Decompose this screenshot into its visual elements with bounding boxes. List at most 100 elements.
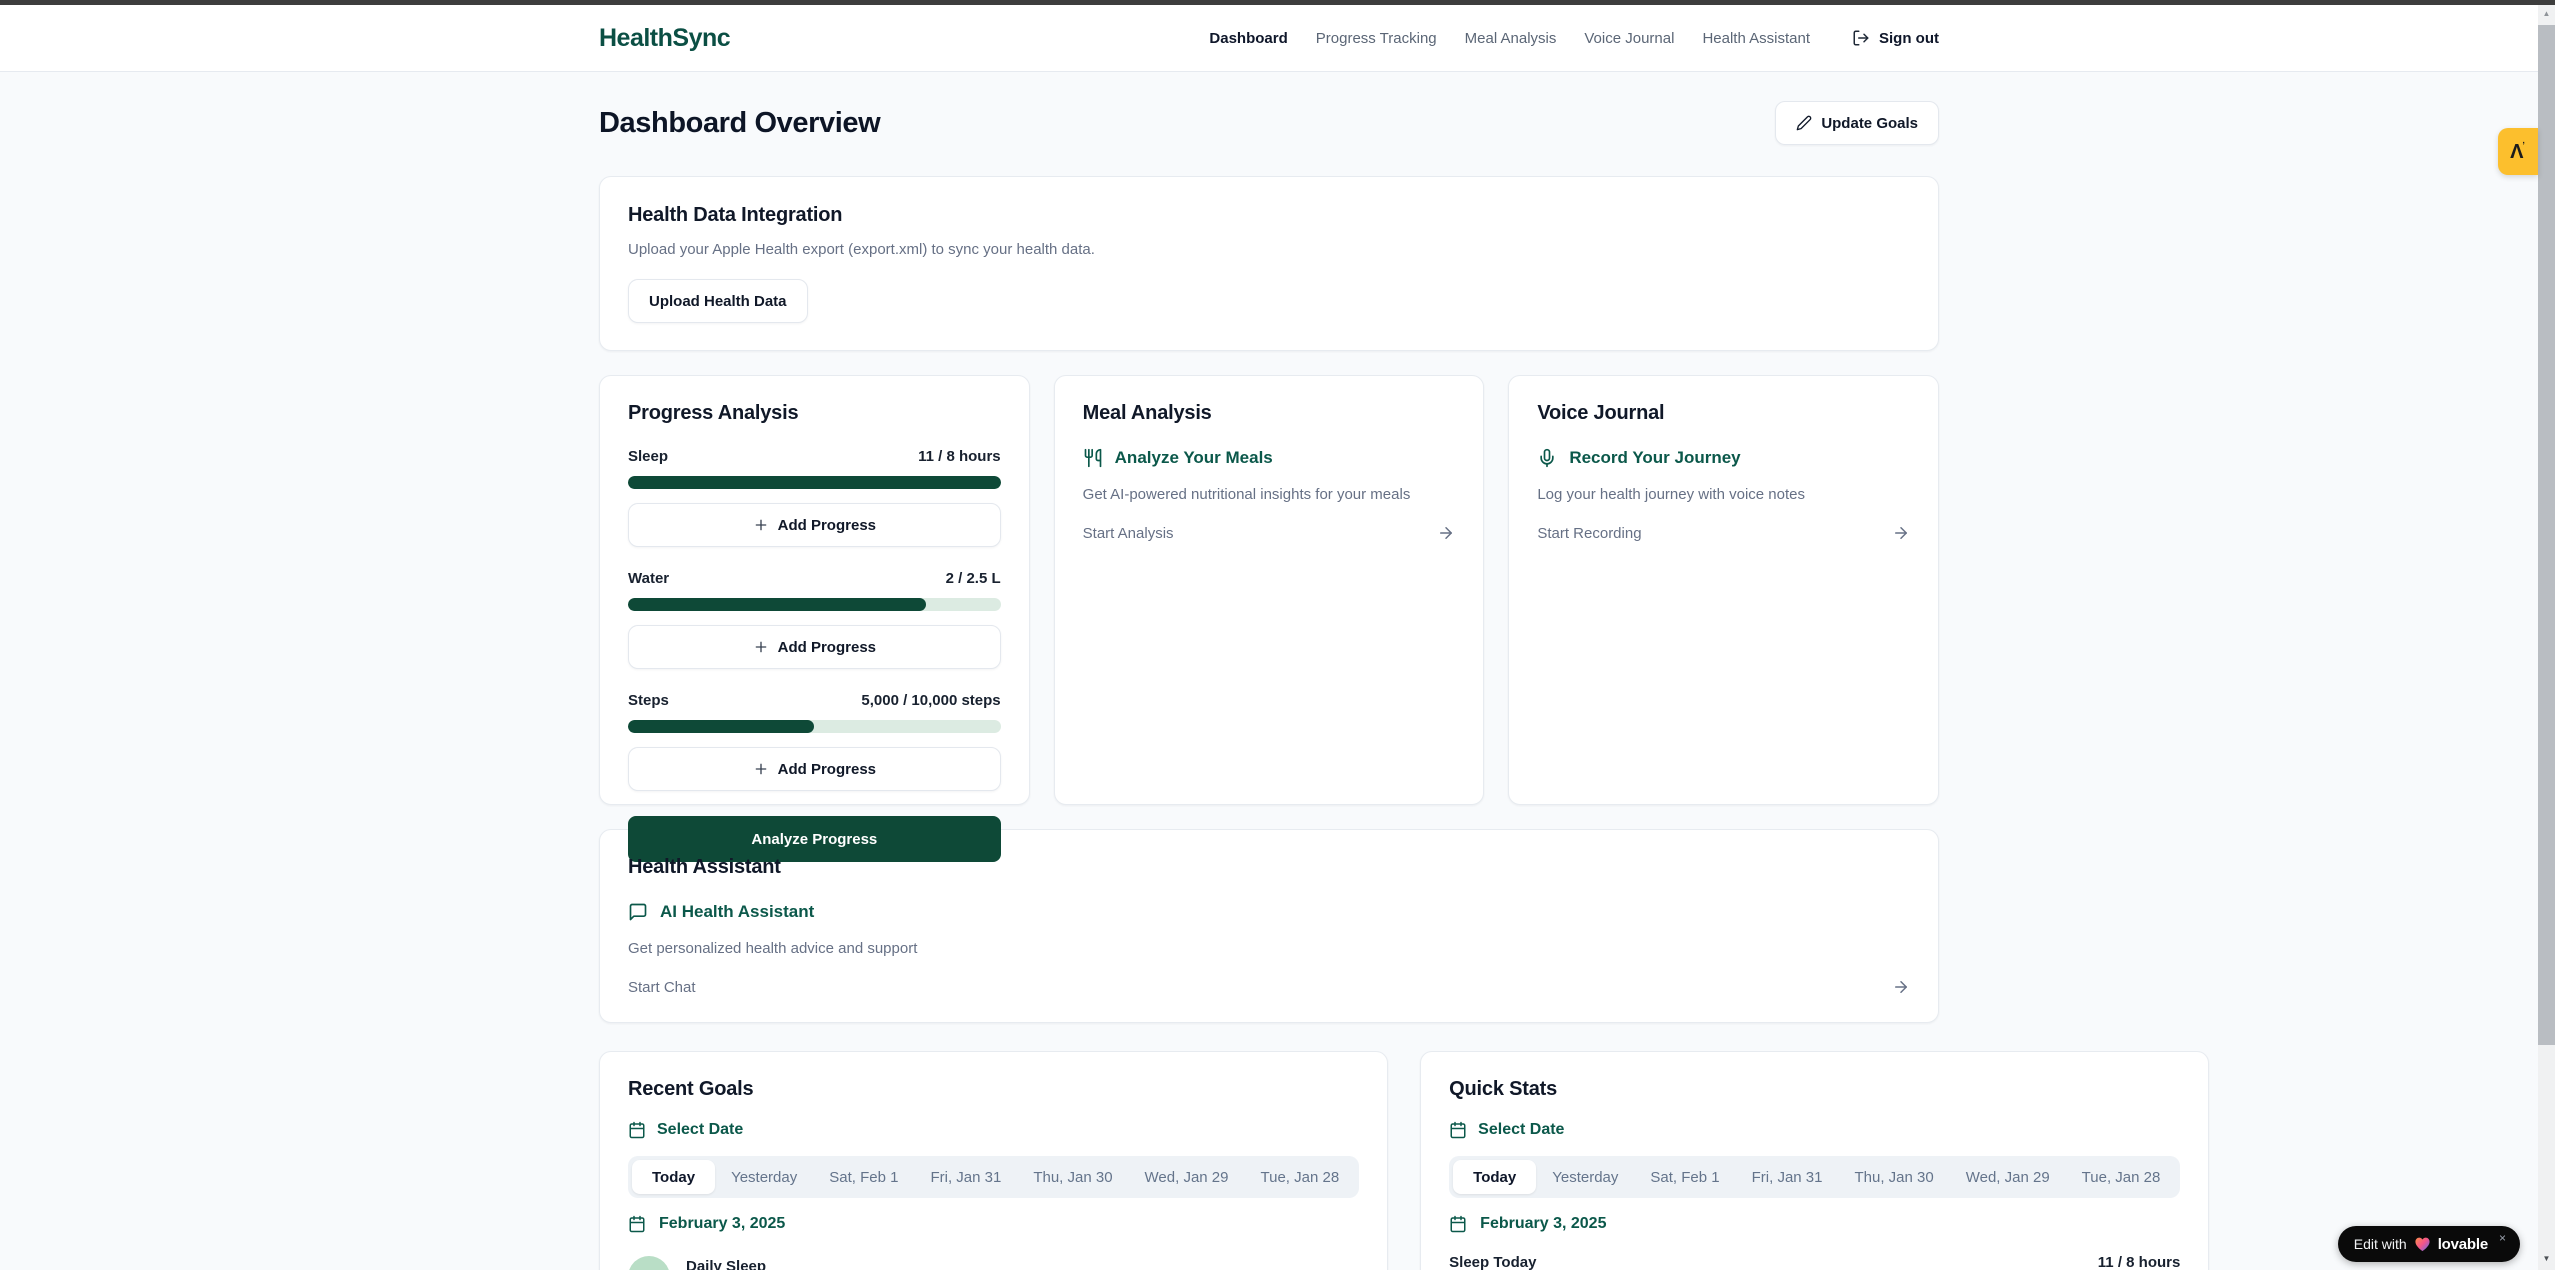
nav-item-voice-journal[interactable]: Voice Journal (1584, 30, 1674, 47)
select-date-control[interactable]: Select Date (1449, 1121, 2180, 1139)
date-tab-sat-feb-1[interactable]: Sat, Feb 1 (813, 1160, 914, 1194)
add-progress-button-water[interactable]: Add Progress (628, 625, 1001, 669)
pencil-icon (1796, 115, 1812, 131)
window-top-edge (0, 0, 2555, 5)
vertical-scrollbar[interactable]: ▲ ▼ (2538, 5, 2555, 1270)
progress-analysis-card: Progress Analysis Sleep 11 / 8 hours Add… (599, 375, 1030, 805)
start-analysis-action[interactable]: Start Analysis (1083, 524, 1456, 542)
lovable-side-badge[interactable]: Λʼ (2498, 128, 2538, 175)
plus-icon (753, 639, 769, 655)
page-title: Dashboard Overview (599, 107, 880, 140)
heart-icon (2414, 1236, 2431, 1252)
stat-value: 11 / 8 hours (2098, 1254, 2181, 1270)
scrollbar-thumb[interactable] (2538, 25, 2555, 1045)
date-tab-today[interactable]: Today (1453, 1160, 1536, 1194)
sign-out-label: Sign out (1879, 30, 1939, 47)
quick-stats-card: Quick Stats Select Date Today Yesterday … (1420, 1051, 2209, 1270)
update-goals-button[interactable]: Update Goals (1775, 101, 1939, 145)
start-analysis-label: Start Analysis (1083, 525, 1174, 542)
add-progress-button-steps[interactable]: Add Progress (628, 747, 1001, 791)
date-tab-sat-feb-1[interactable]: Sat, Feb 1 (1634, 1160, 1735, 1194)
date-tab-tue-jan-28[interactable]: Tue, Jan 28 (2066, 1160, 2177, 1194)
microphone-icon (1537, 448, 1557, 468)
nav-item-dashboard[interactable]: Dashboard (1209, 30, 1287, 47)
date-tab-today[interactable]: Today (632, 1160, 715, 1194)
top-navbar: HealthSync Dashboard Progress Tracking M… (0, 5, 2538, 72)
nav-item-progress-tracking[interactable]: Progress Tracking (1316, 30, 1437, 47)
edit-with-lovable-badge[interactable]: Edit with lovable × (2338, 1226, 2520, 1262)
meal-analysis-title: Meal Analysis (1083, 402, 1456, 425)
date-tabs: Today Yesterday Sat, Feb 1 Fri, Jan 31 T… (1449, 1156, 2180, 1198)
calendar-icon (628, 1215, 646, 1233)
health-data-title: Health Data Integration (628, 204, 1910, 227)
analyze-your-meals-link[interactable]: Analyze Your Meals (1083, 448, 1456, 468)
add-progress-button-sleep[interactable]: Add Progress (628, 503, 1001, 547)
calendar-icon (1449, 1121, 1467, 1139)
edit-with-label: Edit with (2354, 1236, 2407, 1252)
voice-description: Log your health journey with voice notes (1537, 486, 1910, 503)
ai-health-assistant-link[interactable]: AI Health Assistant (628, 902, 1910, 922)
page-viewport: HealthSync Dashboard Progress Tracking M… (0, 5, 2538, 1270)
scrollbar-up-arrow[interactable]: ▲ (2538, 5, 2555, 22)
arrow-right-icon (1892, 978, 1910, 996)
date-tab-thu-jan-30[interactable]: Thu, Jan 30 (1017, 1160, 1128, 1194)
health-data-description: Upload your Apple Health export (export.… (628, 241, 1910, 258)
brand-logo[interactable]: HealthSync (599, 24, 730, 53)
progress-analysis-title: Progress Analysis (628, 402, 1001, 425)
progress-item-sleep: Sleep 11 / 8 hours Add Progress (628, 448, 1001, 547)
nav-links: Dashboard Progress Tracking Meal Analysi… (1209, 29, 1939, 47)
select-date-label: Select Date (1478, 1121, 1564, 1139)
assistant-description: Get personalized health advice and suppo… (628, 940, 1910, 957)
add-progress-label: Add Progress (778, 517, 876, 534)
plus-icon (753, 761, 769, 777)
start-recording-label: Start Recording (1537, 525, 1641, 542)
check-icon (628, 1256, 670, 1270)
date-tab-yesterday[interactable]: Yesterday (715, 1160, 813, 1194)
start-recording-action[interactable]: Start Recording (1537, 524, 1910, 542)
start-chat-action[interactable]: Start Chat (628, 978, 1910, 996)
recent-goals-title: Recent Goals (628, 1078, 1359, 1101)
select-date-label: Select Date (657, 1121, 743, 1139)
date-tab-thu-jan-30[interactable]: Thu, Jan 30 (1839, 1160, 1950, 1194)
stat-label: Sleep Today (1449, 1254, 1536, 1270)
progress-value: 5,000 / 10,000 steps (861, 692, 1000, 709)
progress-item-water: Water 2 / 2.5 L Add Progress (628, 570, 1001, 669)
selected-date-label: February 3, 2025 (659, 1215, 785, 1233)
progress-label: Sleep (628, 448, 668, 465)
date-tab-fri-jan-31[interactable]: Fri, Jan 31 (1736, 1160, 1839, 1194)
goal-list-item: Daily Sleep 11 / 8 hours (628, 1256, 1359, 1270)
selected-date-display: February 3, 2025 (628, 1215, 1359, 1233)
nav-item-meal-analysis[interactable]: Meal Analysis (1465, 30, 1557, 47)
selected-date-display: February 3, 2025 (1449, 1215, 2180, 1233)
goal-name: Daily Sleep (686, 1258, 766, 1270)
date-tab-yesterday[interactable]: Yesterday (1536, 1160, 1634, 1194)
arrow-right-icon (1437, 524, 1455, 542)
progress-label: Steps (628, 692, 669, 709)
nav-item-health-assistant[interactable]: Health Assistant (1702, 30, 1810, 47)
selected-date-label: February 3, 2025 (1480, 1215, 1606, 1233)
record-your-journey-link[interactable]: Record Your Journey (1537, 448, 1910, 468)
date-tab-tue-jan-28[interactable]: Tue, Jan 28 (1245, 1160, 1356, 1194)
quick-stats-title: Quick Stats (1449, 1078, 2180, 1101)
progress-fill (628, 476, 1001, 489)
calendar-icon (1449, 1215, 1467, 1233)
voice-journal-card: Voice Journal Record Your Journey Log yo… (1508, 375, 1939, 805)
close-icon[interactable]: × (2499, 1231, 2506, 1245)
plus-icon (753, 517, 769, 533)
recent-goals-card: Recent Goals Select Date Today Yesterday… (599, 1051, 1388, 1270)
sleep-today-stat: Sleep Today 11 / 8 hours (1449, 1254, 2180, 1270)
date-tab-fri-jan-31[interactable]: Fri, Jan 31 (914, 1160, 1017, 1194)
ai-health-assistant-label: AI Health Assistant (660, 902, 814, 922)
progress-bar-water (628, 598, 1001, 611)
select-date-control[interactable]: Select Date (628, 1121, 1359, 1139)
update-goals-label: Update Goals (1821, 115, 1918, 132)
date-tab-wed-jan-29[interactable]: Wed, Jan 29 (1950, 1160, 2066, 1194)
scrollbar-down-arrow[interactable]: ▼ (2538, 1250, 2555, 1267)
progress-item-steps: Steps 5,000 / 10,000 steps Add Progress (628, 692, 1001, 791)
date-tab-wed-jan-29[interactable]: Wed, Jan 29 (1129, 1160, 1245, 1194)
progress-value: 11 / 8 hours (918, 448, 1001, 465)
voice-journal-title: Voice Journal (1537, 402, 1910, 425)
progress-fill (628, 720, 814, 733)
sign-out-button[interactable]: Sign out (1852, 29, 1939, 47)
upload-health-data-button[interactable]: Upload Health Data (628, 279, 808, 323)
